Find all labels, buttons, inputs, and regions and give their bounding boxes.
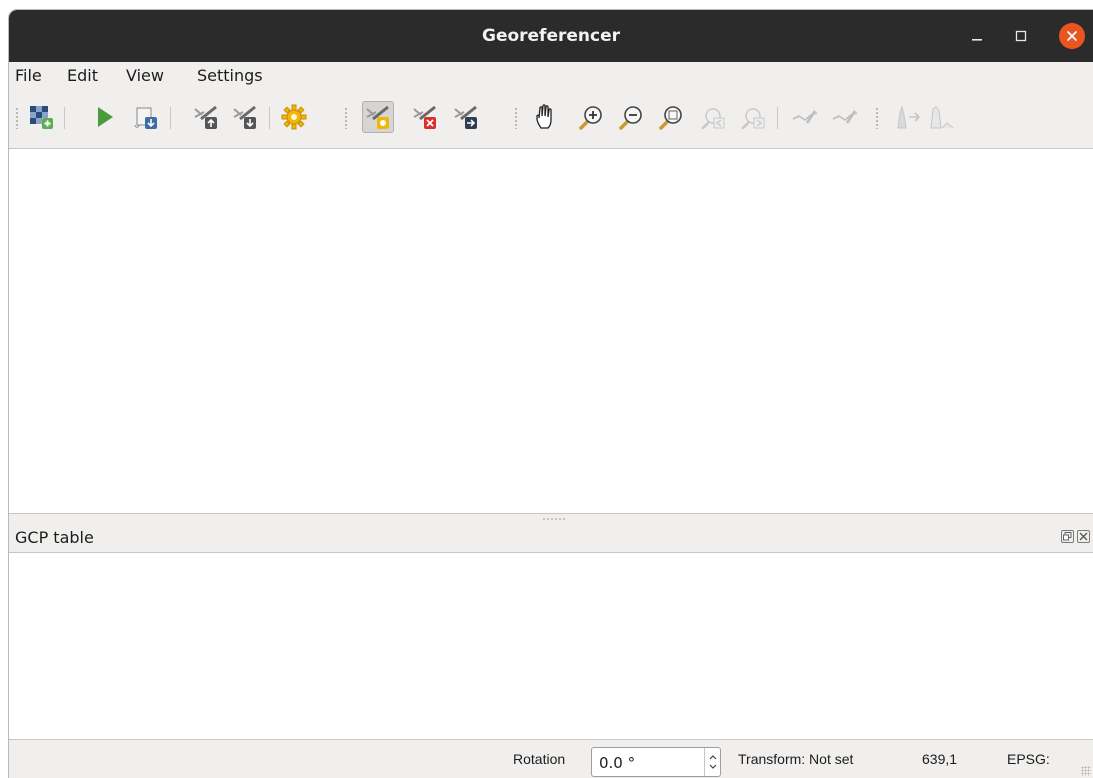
add-point-icon[interactable] xyxy=(362,101,394,133)
pan-icon[interactable] xyxy=(530,101,562,133)
move-gcp-point-icon[interactable] xyxy=(450,101,482,133)
generate-gdal-script-icon[interactable] xyxy=(130,101,162,133)
rotation-spinbox[interactable]: 0.0 ° xyxy=(591,747,721,777)
float-panel-icon[interactable] xyxy=(1061,530,1074,543)
title-bar[interactable]: Georeferencer xyxy=(9,10,1093,62)
full-histogram-stretch-icon[interactable] xyxy=(893,101,925,133)
coordinate-readout: 639,1 xyxy=(922,751,958,767)
toolbar-grip[interactable] xyxy=(875,107,879,129)
rotation-spin-buttons[interactable] xyxy=(704,748,721,776)
menu-file[interactable]: File xyxy=(15,62,42,90)
window-title: Georeferencer xyxy=(481,26,620,46)
menu-settings[interactable]: Settings xyxy=(197,62,263,90)
zoom-in-icon[interactable] xyxy=(575,101,607,133)
link-qgis-icon[interactable] xyxy=(829,101,861,133)
toolbar-grip[interactable] xyxy=(514,107,518,129)
toolbar-grip[interactable] xyxy=(344,107,348,129)
toolbar-separator xyxy=(64,107,65,129)
toolbar-separator xyxy=(777,107,778,129)
transformation-settings-icon[interactable] xyxy=(278,101,310,133)
close-icon[interactable] xyxy=(1059,23,1085,49)
zoom-last-icon[interactable] xyxy=(697,101,729,133)
window-resize-grip[interactable] xyxy=(1081,766,1091,776)
epsg-label[interactable]: EPSG: xyxy=(1007,741,1050,778)
close-panel-icon[interactable] xyxy=(1077,530,1090,543)
menu-edit[interactable]: Edit xyxy=(67,62,98,90)
zoom-out-icon[interactable] xyxy=(615,101,647,133)
georeferencer-window: Georeferencer File Edit View Settings GC… xyxy=(9,10,1093,778)
link-georeferencer-icon[interactable] xyxy=(789,101,821,133)
menu-bar: File Edit View Settings xyxy=(9,62,1093,90)
status-bar: Rotation 0.0 ° Transform: Not set 639,1 … xyxy=(9,741,1093,778)
save-gcp-points-icon[interactable] xyxy=(229,101,261,133)
load-gcp-points-icon[interactable] xyxy=(190,101,222,133)
rotation-value[interactable]: 0.0 ° xyxy=(599,748,635,778)
toolbar-grip[interactable] xyxy=(15,107,19,129)
maximize-icon[interactable] xyxy=(1011,26,1031,46)
map-canvas[interactable] xyxy=(9,148,1093,514)
gcp-table-title: GCP table xyxy=(15,528,94,547)
zoom-to-layer-icon[interactable] xyxy=(655,101,687,133)
gcp-table[interactable] xyxy=(9,552,1093,740)
dock-splitter-handle[interactable] xyxy=(542,517,566,521)
start-georeferencing-icon[interactable] xyxy=(89,101,121,133)
transform-status: Transform: Not set xyxy=(738,751,854,767)
minimize-icon[interactable] xyxy=(967,26,987,46)
rotation-label: Rotation xyxy=(513,751,566,767)
local-histogram-stretch-icon[interactable] xyxy=(925,101,957,133)
menu-view[interactable]: View xyxy=(126,62,164,90)
toolbar xyxy=(9,92,1093,146)
open-raster-icon[interactable] xyxy=(25,101,57,133)
toolbar-separator xyxy=(170,107,171,129)
zoom-next-icon[interactable] xyxy=(737,101,769,133)
toolbar-separator xyxy=(269,107,270,129)
delete-point-icon[interactable] xyxy=(409,101,441,133)
